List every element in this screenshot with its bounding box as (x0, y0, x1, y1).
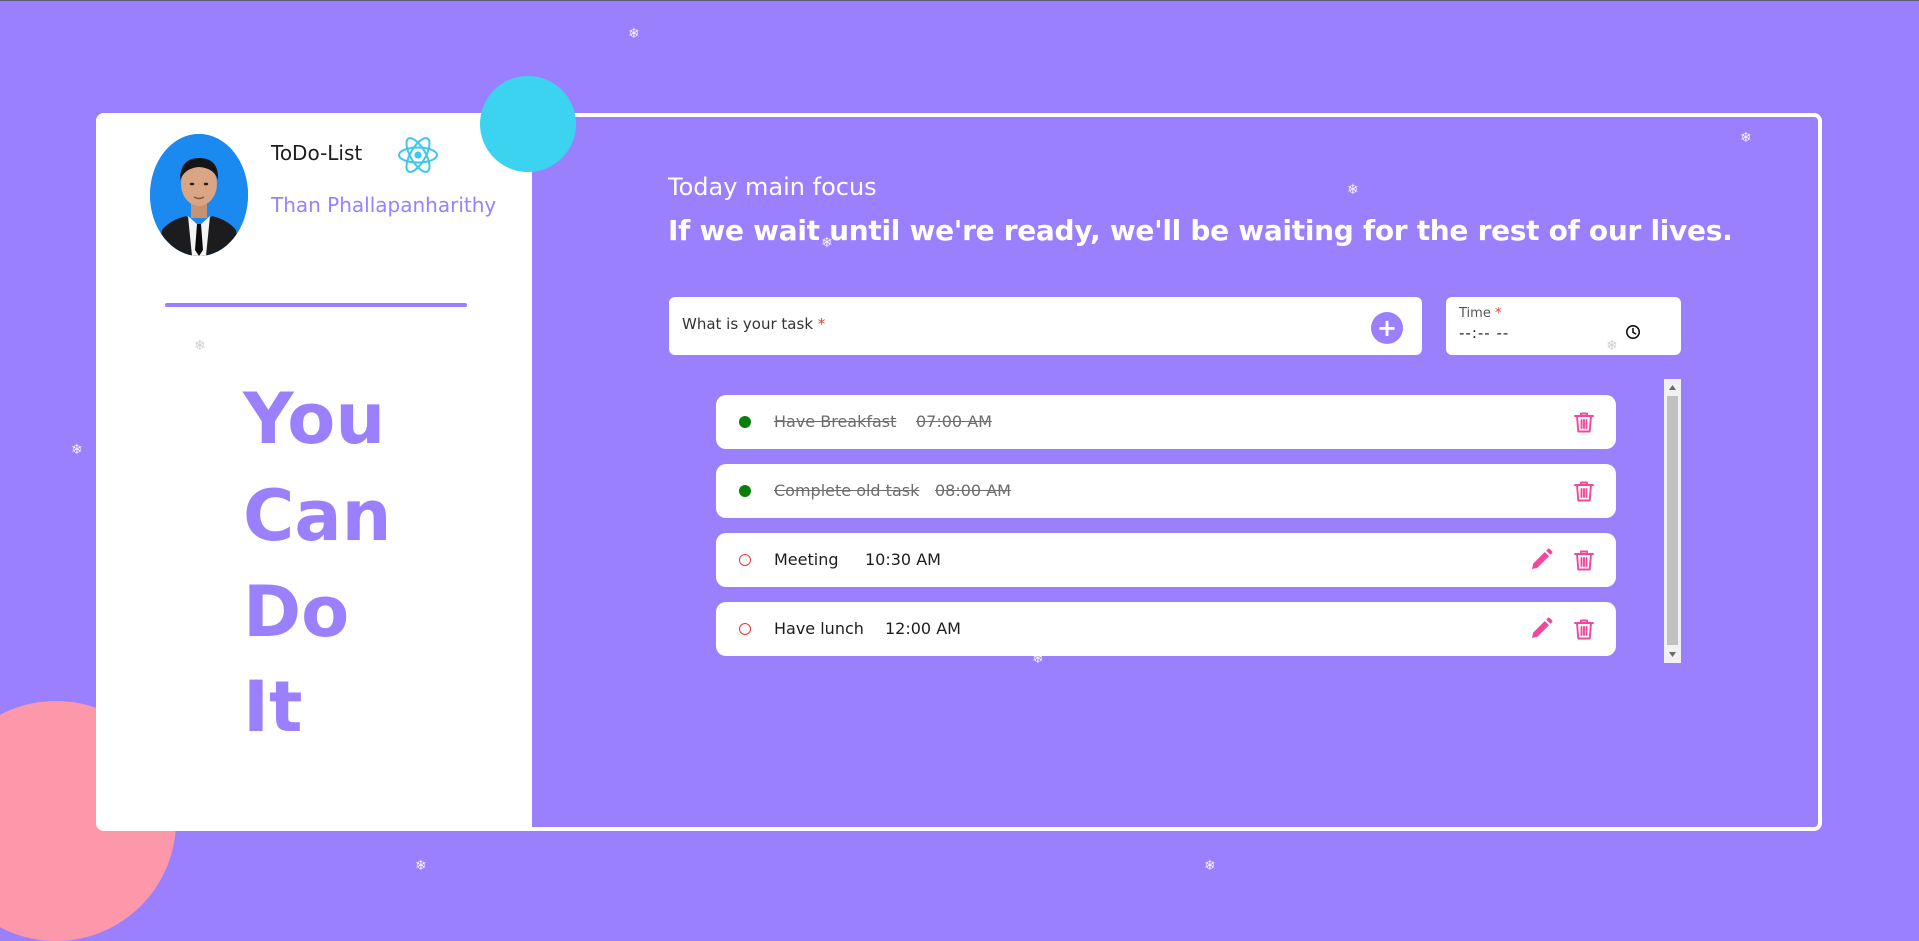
task-input[interactable]: What is your task * + (669, 297, 1422, 355)
task-row: Have lunch 12:00 AM (716, 602, 1616, 656)
task-name: Meeting (774, 550, 839, 569)
task-row: Meeting 10:30 AM (716, 533, 1616, 587)
task-status-toggle[interactable] (739, 554, 751, 566)
time-input-label: Time * (1459, 306, 1501, 321)
slogan-word: Can (243, 475, 392, 557)
trash-icon[interactable] (1571, 409, 1597, 435)
react-icon (396, 135, 440, 175)
task-status-toggle[interactable] (739, 623, 751, 635)
scrollbar-thumb[interactable] (1667, 396, 1678, 645)
task-name: Complete old task (774, 481, 920, 500)
required-mark: * (1494, 306, 1502, 321)
pencil-icon[interactable] (1528, 616, 1554, 642)
task-time: 12:00 AM (885, 619, 961, 638)
profile-divider (165, 303, 467, 307)
slogan-word: You (243, 378, 386, 460)
snowflake-icon: ❄ (194, 338, 206, 354)
focus-quote: If we wait until we're ready, we'll be w… (668, 214, 1733, 247)
slogan-word: It (243, 666, 303, 748)
task-status-toggle[interactable] (739, 485, 751, 497)
required-mark: * (817, 315, 826, 333)
task-row: Have Breakfast 07:00 AM (716, 395, 1616, 449)
add-task-button[interactable]: + (1371, 312, 1403, 344)
snowflake-icon: ❄ (1204, 858, 1216, 874)
task-list-scrollbar[interactable] (1664, 379, 1681, 663)
snowflake-icon: ❄ (415, 858, 427, 874)
user-name: Than Phallapanharithy (271, 193, 497, 217)
slogan-word: Do (243, 571, 350, 653)
task-input-label-text: What is your task (682, 315, 814, 333)
time-input[interactable]: Time * --:-- -- (1446, 297, 1681, 355)
app-title: ToDo-List (271, 141, 363, 165)
decorative-cyan-circle (480, 76, 576, 172)
task-status-toggle[interactable] (739, 416, 751, 428)
task-name: Have lunch (774, 619, 864, 638)
task-time: 08:00 AM (935, 481, 1011, 500)
focus-label: Today main focus (668, 173, 877, 201)
trash-icon[interactable] (1571, 547, 1597, 573)
time-input-label-text: Time (1459, 306, 1491, 321)
pencil-icon[interactable] (1528, 547, 1554, 573)
trash-icon[interactable] (1571, 478, 1597, 504)
snowflake-icon: ❄ (71, 442, 83, 458)
task-input-label: What is your task * (682, 315, 825, 333)
clock-icon[interactable] (1625, 324, 1641, 340)
task-list: Have Breakfast 07:00 AM Complete old tas… (716, 393, 1616, 665)
task-name: Have Breakfast (774, 412, 897, 431)
trash-icon[interactable] (1571, 616, 1597, 642)
scroll-down-arrow-icon[interactable] (1664, 646, 1681, 663)
snowflake-icon: ❄ (628, 26, 640, 42)
snowflake-icon: ❄ (1606, 338, 1618, 354)
scroll-up-arrow-icon[interactable] (1664, 379, 1681, 396)
task-time: 10:30 AM (865, 550, 941, 569)
task-row: Complete old task 08:00 AM (716, 464, 1616, 518)
window-top-border (0, 0, 1919, 1)
time-input-value: --:-- -- (1459, 324, 1510, 342)
avatar (150, 134, 248, 256)
task-time: 07:00 AM (916, 412, 992, 431)
